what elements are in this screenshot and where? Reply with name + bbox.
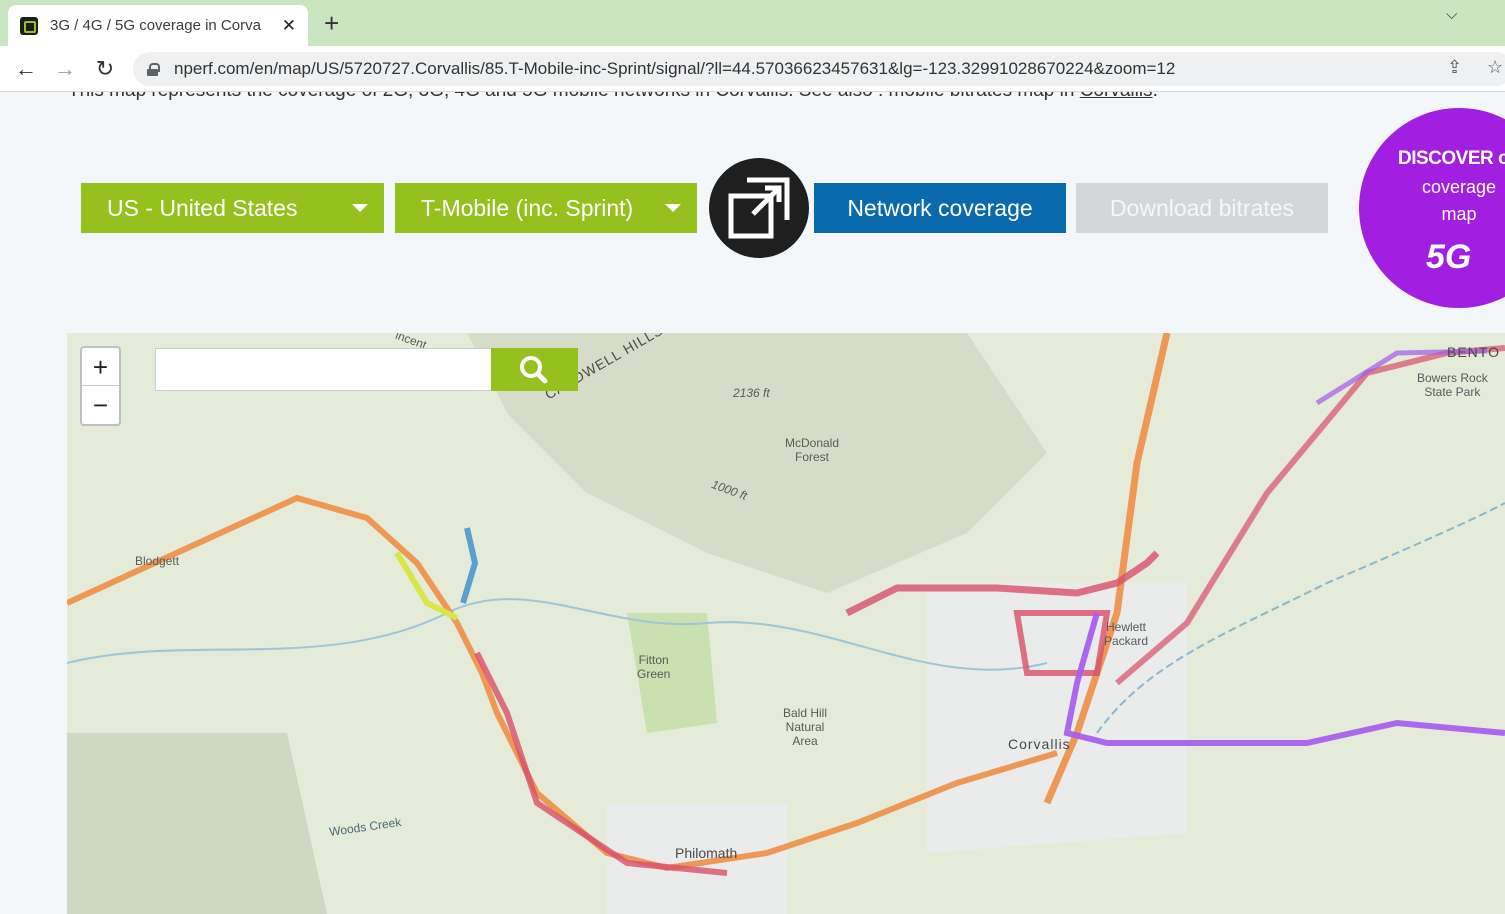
bookmark-star-icon[interactable]: ☆ [1487, 57, 1503, 78]
back-button[interactable]: ← [12, 55, 40, 83]
zoom-in-button[interactable]: + [82, 348, 119, 386]
map-label-corvallis: Corvallis [1008, 736, 1071, 752]
expand-icon [728, 177, 790, 239]
coverage-map[interactable]: CARDWELL HILLS 2136 ft McDonald Forest B… [67, 333, 1505, 914]
share-icon[interactable]: ⇪ [1447, 57, 1462, 78]
promo-line-2: coverage [1421, 177, 1497, 197]
tab-download-bitrates[interactable]: Download bitrates [1076, 183, 1328, 233]
map-label-peak: 2136 ft [733, 386, 770, 400]
tab-close-icon[interactable]: ✕ [282, 16, 296, 36]
zoom-out-button[interactable]: − [82, 386, 119, 424]
coverage-road-2g [460, 527, 479, 604]
operator-select-value: T-Mobile (inc. Sprint) [421, 194, 634, 221]
country-select[interactable]: US - United States [81, 183, 384, 233]
map-label-fitton: Fitton Green [637, 653, 671, 681]
tab-search-chevron-icon[interactable]: ⌵ [1446, 6, 1457, 23]
zoom-control: + − [80, 346, 121, 426]
map-label-mcdonald: McDonald Forest [785, 436, 840, 464]
map-label-bowers: Bowers Rock State Park [1417, 371, 1488, 399]
promo-line-1: DISCOVER ou [1398, 148, 1505, 169]
fullscreen-button[interactable] [709, 158, 809, 258]
reload-button[interactable]: ↻ [91, 55, 119, 83]
map-label-bald-hill: Bald Hill Natural Area [783, 706, 828, 748]
map-label-hewlett: Hewlett Packard [1104, 620, 1149, 648]
chevron-down-icon [665, 204, 681, 212]
new-tab-button[interactable]: + [324, 9, 339, 37]
country-select-value: US - United States [107, 194, 298, 221]
map-label-benton: BENTO [1447, 344, 1500, 360]
browser-tab-bar: 3G / 4G / 5G coverage in Corva ✕ + ⌵ [0, 0, 1505, 46]
forward-button[interactable]: → [51, 55, 79, 83]
address-bar[interactable]: nperf.com/en/map/US/5720727.Corvallis/85… [133, 52, 1505, 86]
promo-line-3: map [1441, 204, 1477, 224]
map-label-philomath: Philomath [675, 845, 738, 861]
lock-icon[interactable] [147, 62, 160, 76]
url-text[interactable]: nperf.com/en/map/US/5720727.Corvallis/85… [174, 59, 1175, 79]
search-icon [520, 356, 548, 384]
map-canvas[interactable] [67, 333, 1505, 914]
tab-network-coverage[interactable]: Network coverage [814, 183, 1066, 233]
chevron-down-icon [352, 204, 368, 212]
forest-terrain [67, 733, 327, 914]
map-label-blodgett: Blodgett [135, 554, 180, 568]
nperf-favicon-icon [20, 16, 38, 35]
browser-toolbar: ← → ↻ nperf.com/en/map/US/5720727.Corval… [0, 46, 1505, 92]
map-search-input[interactable] [155, 348, 492, 391]
operator-select[interactable]: T-Mobile (inc. Sprint) [395, 183, 697, 233]
browser-tab[interactable]: 3G / 4G / 5G coverage in Corva ✕ [8, 5, 308, 46]
5g-signal-icon: 5G [1426, 238, 1472, 276]
river [67, 598, 1048, 671]
tab-title: 3G / 4G / 5G coverage in Corva [50, 17, 261, 34]
map-search-button[interactable] [491, 348, 578, 391]
